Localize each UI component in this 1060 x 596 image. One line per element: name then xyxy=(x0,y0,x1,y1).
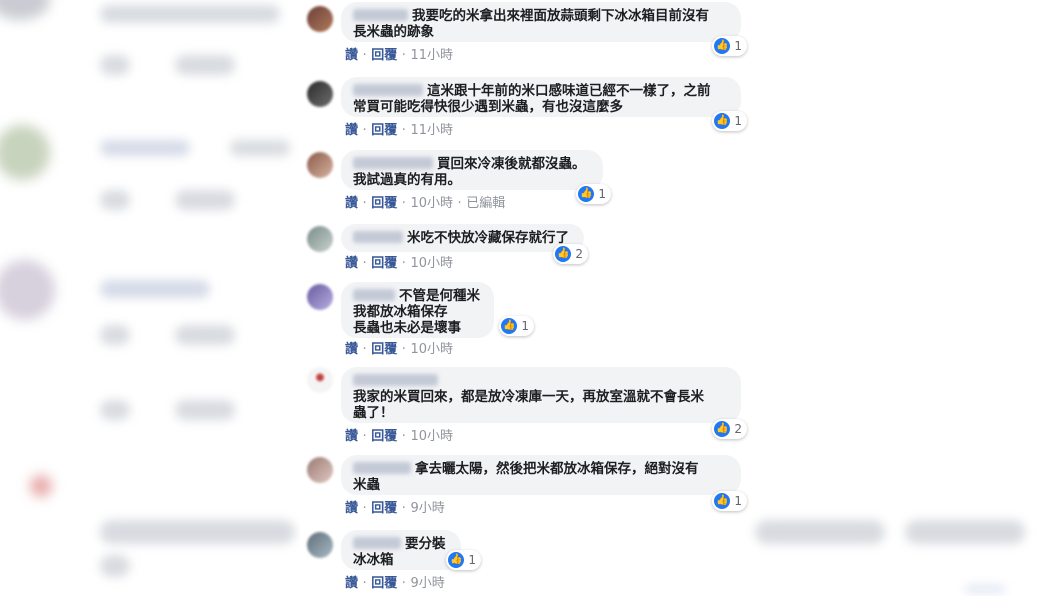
reaction-count[interactable]: 👍 2 xyxy=(712,419,747,439)
comment-timestamp[interactable]: 11小時 xyxy=(410,48,453,63)
reply-button[interactable]: 回覆 xyxy=(371,429,397,444)
comment-actions: 讚 · 回覆 · 10小時 xyxy=(345,342,453,357)
like-button[interactable]: 讚 xyxy=(345,256,358,271)
commenter-name-blurred[interactable] xyxy=(353,374,438,386)
comment-text-line: 常買可能吃得快很少遇到米蟲，有也沒這麼多 xyxy=(353,99,623,115)
comment-timestamp[interactable]: 9小時 xyxy=(410,501,444,516)
thumbs-up-icon: 👍 xyxy=(714,38,731,54)
blurred-background-right xyxy=(745,0,1060,596)
commenter-name-blurred[interactable] xyxy=(353,84,423,96)
commenter-name-blurred[interactable] xyxy=(353,462,411,474)
like-button[interactable]: 讚 xyxy=(345,196,358,211)
comment-text-line: 長米蟲的跡象 xyxy=(353,24,434,40)
like-button[interactable]: 讚 xyxy=(345,342,358,357)
avatar[interactable] xyxy=(307,152,333,178)
reaction-count[interactable]: 👍 1 xyxy=(712,491,747,511)
comment-text-line: 要分裝 xyxy=(405,536,446,552)
like-button[interactable]: 讚 xyxy=(345,123,358,138)
comment-text-line: 冰冰箱 xyxy=(353,552,394,568)
comment-bubble: 不管是何種米 我都放冰箱保存 長蟲也未必是壞事 👍 1 xyxy=(341,282,534,338)
comment-text-line: 米蟲 xyxy=(353,477,380,493)
comment-actions: 讚 · 回覆 · 11小時 xyxy=(345,123,453,138)
comment-text-line: 買回來冷凍後就都沒蟲。 xyxy=(437,156,586,172)
reply-button[interactable]: 回覆 xyxy=(371,256,397,271)
comment-actions: 讚 · 回覆 · 10小時 xyxy=(345,429,453,444)
comment-actions: 讚 · 回覆 · 10小時 · 已編輯 xyxy=(345,196,506,211)
comment-bubble: 這米跟十年前的米口感味道已經不一樣了，之前 常買可能吃得快很少遇到米蟲，有也沒這… xyxy=(341,77,747,131)
avatar[interactable] xyxy=(307,367,333,393)
comment-bubble: 買回來冷凍後就都沒蟲。 我試過真的有用。 👍 1 xyxy=(341,150,611,204)
comment-timestamp[interactable]: 10小時 xyxy=(410,429,453,444)
thumbs-up-icon: 👍 xyxy=(714,113,731,129)
thumbs-up-icon: 👍 xyxy=(714,421,731,437)
comment-timestamp[interactable]: 9小時 xyxy=(410,576,444,591)
thumbs-up-icon: 👍 xyxy=(578,186,595,202)
thumbs-up-icon: 👍 xyxy=(501,318,518,334)
comment-actions: 讚 · 回覆 · 9小時 xyxy=(345,501,445,516)
commenter-name-blurred[interactable] xyxy=(353,9,408,21)
comment-timestamp[interactable]: 10小時 xyxy=(410,256,453,271)
comment-text-line: 我試過真的有用。 xyxy=(353,172,461,188)
reply-button[interactable]: 回覆 xyxy=(371,576,397,591)
comment-timestamp[interactable]: 11小時 xyxy=(410,123,453,138)
commenter-name-blurred[interactable] xyxy=(353,231,403,243)
like-button[interactable]: 讚 xyxy=(345,48,358,63)
comment-text-line: 這米跟十年前的米口感味道已經不一樣了，之前 xyxy=(427,83,711,99)
like-button[interactable]: 讚 xyxy=(345,576,358,591)
reply-button[interactable]: 回覆 xyxy=(371,342,397,357)
reaction-count[interactable]: 👍 2 xyxy=(553,244,588,264)
commenter-name-blurred[interactable] xyxy=(353,537,401,549)
comment-bubble: 我要吃的米拿出來裡面放蒜頭剩下冰冰箱目前沒有 長米蟲的跡象 👍 1 xyxy=(341,2,747,56)
reply-button[interactable]: 回覆 xyxy=(371,501,397,516)
thumbs-up-icon: 👍 xyxy=(448,552,465,568)
avatar[interactable] xyxy=(307,284,333,310)
reaction-count[interactable]: 👍 1 xyxy=(576,184,611,204)
thumbs-up-icon: 👍 xyxy=(714,493,731,509)
thumbs-up-icon: 👍 xyxy=(555,246,572,262)
comment-text-line: 我家的米買回來，都是放冷凍庫一天，再放室溫就不會長米 xyxy=(353,389,704,405)
avatar[interactable] xyxy=(307,6,333,32)
reply-button[interactable]: 回覆 xyxy=(371,196,397,211)
avatar[interactable] xyxy=(307,226,333,252)
avatar[interactable] xyxy=(307,457,333,483)
reaction-count[interactable]: 👍 1 xyxy=(712,111,747,131)
reply-button[interactable]: 回覆 xyxy=(371,123,397,138)
comment-bubble: 拿去曬太陽，然後把米都放冰箱保存，絕對沒有 米蟲 👍 1 xyxy=(341,455,747,511)
avatar[interactable] xyxy=(307,532,333,558)
blurred-background-left xyxy=(0,0,300,596)
comment-text-line: 不管是何種米 xyxy=(399,288,480,304)
comment-text-line: 我要吃的米拿出來裡面放蒜頭剩下冰冰箱目前沒有 xyxy=(412,8,709,24)
comment-list: 我要吃的米拿出來裡面放蒜頭剩下冰冰箱目前沒有 長米蟲的跡象 👍 1 讚 · 回覆 … xyxy=(305,0,747,596)
comment-timestamp[interactable]: 10小時 xyxy=(410,342,453,357)
reaction-count[interactable]: 👍 1 xyxy=(712,36,747,56)
reaction-count[interactable]: 👍 1 xyxy=(446,550,481,570)
like-button[interactable]: 讚 xyxy=(345,501,358,516)
avatar[interactable] xyxy=(307,81,333,107)
comment-bubble: 我家的米買回來，都是放冷凍庫一天，再放室溫就不會長米 蟲了！ 👍 2 xyxy=(341,367,747,439)
comment-timestamp[interactable]: 10小時 xyxy=(410,196,453,211)
edited-label[interactable]: 已編輯 xyxy=(466,196,505,211)
comment-text-line: 我都放冰箱保存 xyxy=(353,304,448,320)
comment-text-line: 拿去曬太陽，然後把米都放冰箱保存，絕對沒有 xyxy=(415,461,699,477)
like-button[interactable]: 讚 xyxy=(345,429,358,444)
comment-bubble: 米吃不快放冷藏保存就行了 👍 2 xyxy=(341,224,588,264)
comment-bubble: 要分裝 冰冰箱 👍 1 xyxy=(341,530,481,570)
reaction-count[interactable]: 👍 1 xyxy=(499,316,534,336)
commenter-name-blurred[interactable] xyxy=(353,289,395,301)
comment-text-line: 蟲了！ xyxy=(353,405,394,421)
comment-text-line: 長蟲也未必是壞事 xyxy=(353,320,461,336)
comment-actions: 讚 · 回覆 · 10小時 xyxy=(345,256,453,271)
reply-button[interactable]: 回覆 xyxy=(371,48,397,63)
comment-actions: 讚 · 回覆 · 11小時 xyxy=(345,48,453,63)
comment-text-line: 米吃不快放冷藏保存就行了 xyxy=(407,230,569,246)
comment-actions: 讚 · 回覆 · 9小時 xyxy=(345,576,445,591)
commenter-name-blurred[interactable] xyxy=(353,157,433,169)
